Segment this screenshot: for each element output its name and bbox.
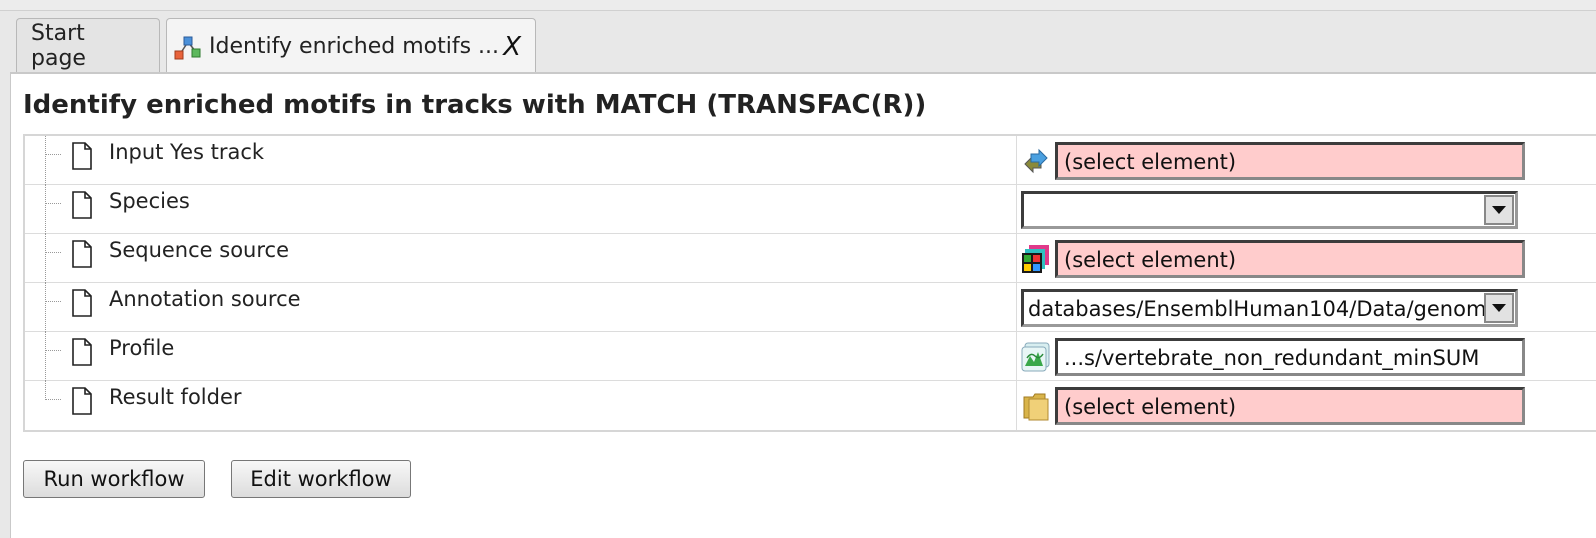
column-separator	[1016, 185, 1017, 234]
document-icon	[72, 240, 92, 268]
window-top-border	[0, 0, 1596, 11]
annotation-source-value: databases/EnsemblHuman104/Data/genome	[1028, 297, 1484, 321]
param-label: Input Yes track	[109, 140, 265, 164]
run-workflow-button[interactable]: Run workflow	[23, 460, 205, 498]
param-row-input-yes-track: Input Yes track (select element)	[25, 136, 1596, 185]
column-separator	[1016, 381, 1017, 430]
chevron-down-icon[interactable]	[1484, 195, 1514, 225]
profile-field[interactable]: ...s/vertebrate_non_redundant_minSUM	[1055, 338, 1525, 376]
chevron-down-icon[interactable]	[1484, 293, 1514, 323]
document-icon	[72, 338, 92, 366]
close-tab-icon[interactable]: X	[503, 32, 521, 62]
tree-connector	[45, 136, 46, 185]
column-separator	[1016, 283, 1017, 332]
tab-identify-enriched-motifs[interactable]: Identify enriched motifs ... X	[166, 18, 536, 74]
track-icon	[1024, 148, 1048, 174]
tree-connector	[45, 283, 46, 332]
parameters-table: Input Yes track (select element) Species	[23, 134, 1596, 432]
tab-start-page[interactable]: Start page	[16, 18, 160, 73]
document-icon	[72, 191, 92, 219]
sequence-source-field[interactable]: (select element)	[1055, 240, 1525, 278]
param-label: Species	[109, 189, 190, 213]
param-label: Annotation source	[109, 287, 301, 311]
tree-branch	[45, 399, 61, 400]
tree-connector	[45, 185, 46, 234]
column-separator	[1016, 332, 1017, 381]
column-separator	[1016, 136, 1017, 185]
folder-icon	[1023, 393, 1049, 421]
document-icon	[72, 387, 92, 415]
tree-connector	[45, 234, 46, 283]
sequence-icon	[1022, 245, 1049, 273]
param-row-sequence-source: Sequence source (select element)	[25, 234, 1596, 283]
tree-branch	[45, 350, 61, 351]
tab-bar: Start page Identify enriched motifs ... …	[10, 12, 1596, 74]
param-row-profile: Profile ...s/vertebrate_non_redundant_mi…	[25, 332, 1596, 381]
workflow-icon	[173, 32, 203, 62]
input-yes-track-field[interactable]: (select element)	[1055, 142, 1525, 180]
tree-branch	[45, 154, 61, 155]
species-dropdown[interactable]	[1021, 191, 1518, 229]
page-title: Identify enriched motifs in tracks with …	[23, 90, 927, 120]
param-label: Result folder	[109, 385, 242, 409]
document-icon	[72, 289, 92, 317]
edit-workflow-button[interactable]: Edit workflow	[231, 460, 411, 498]
tree-branch	[45, 203, 61, 204]
tree-branch	[45, 252, 61, 253]
profile-icon	[1021, 342, 1050, 372]
param-row-annotation-source: Annotation source databases/EnsemblHuman…	[25, 283, 1596, 332]
param-label: Sequence source	[109, 238, 289, 262]
tab-start-page-label: Start page	[31, 21, 86, 71]
column-separator	[1016, 234, 1017, 283]
param-row-result-folder: Result folder (select element)	[25, 381, 1596, 430]
tree-connector	[45, 332, 46, 381]
tree-connector	[45, 381, 46, 400]
annotation-source-dropdown[interactable]: databases/EnsemblHuman104/Data/genome	[1021, 289, 1518, 327]
result-folder-field[interactable]: (select element)	[1055, 387, 1525, 425]
document-icon	[72, 142, 92, 170]
workflow-panel: Identify enriched motifs in tracks with …	[10, 72, 1596, 538]
tab-identify-label: Identify enriched motifs ...	[209, 34, 500, 59]
param-label: Profile	[109, 336, 175, 360]
param-row-species: Species	[25, 185, 1596, 234]
tree-branch	[45, 301, 61, 302]
